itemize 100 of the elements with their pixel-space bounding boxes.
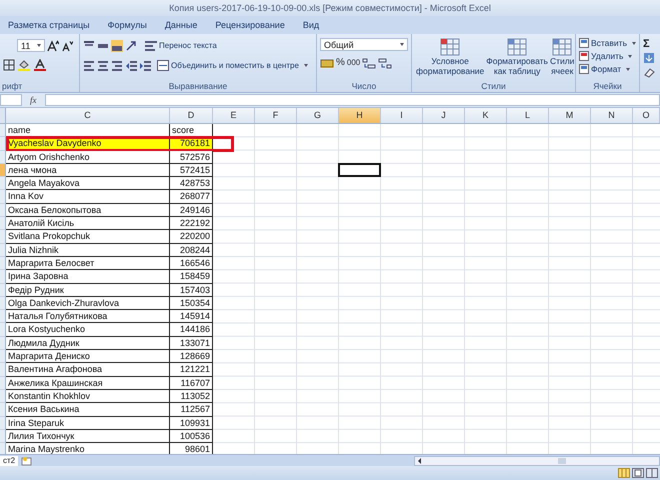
ribbon-tab[interactable]: Вид: [302, 20, 320, 30]
row-header[interactable]: [0, 150, 6, 164]
column-header[interactable]: O: [633, 108, 660, 123]
page-layout-icon[interactable]: [632, 468, 644, 478]
row-header[interactable]: [0, 443, 6, 454]
row-header[interactable]: [0, 190, 6, 204]
table-cell: Анатолій Кисіль: [6, 217, 170, 230]
normal-view-icon[interactable]: [618, 468, 630, 478]
table-cell: лена чмона: [6, 164, 170, 178]
row-header[interactable]: [0, 390, 6, 404]
merge-center-button[interactable]: Объединить и поместить в центре: [157, 60, 308, 71]
row-header[interactable]: [0, 403, 6, 417]
table-cell: 112567: [170, 403, 213, 417]
row-header[interactable]: [0, 217, 6, 230]
table-cell: 121221: [170, 363, 213, 377]
align-bottom-icon[interactable]: [111, 40, 123, 52]
page-break-icon[interactable]: [646, 468, 658, 478]
table-cell: Ірина Заровна: [6, 270, 170, 284]
column-header[interactable]: J: [423, 108, 465, 123]
table-cell: 145914: [170, 310, 213, 324]
align-left-icon[interactable]: [83, 60, 95, 72]
percent-button[interactable]: %: [336, 57, 345, 68]
sheet-tab[interactable]: ст2: [0, 456, 18, 466]
insert-sheet-icon[interactable]: [21, 456, 34, 466]
align-center-icon[interactable]: [97, 60, 109, 72]
row-header[interactable]: [0, 284, 6, 297]
cell-cursor[interactable]: [338, 162, 381, 178]
cells-button[interactable]: Формат: [579, 63, 636, 75]
table-style-icon: [552, 38, 572, 56]
name-box[interactable]: [0, 94, 22, 106]
eraser-icon[interactable]: [643, 66, 655, 78]
row-header[interactable]: [0, 350, 6, 364]
fill-color-icon[interactable]: [17, 58, 31, 70]
fill-down-icon[interactable]: [643, 52, 655, 64]
table-cell: 128669: [170, 350, 213, 364]
scroll-thumb[interactable]: [558, 458, 566, 464]
thousands-button[interactable]: 000: [346, 58, 360, 67]
group-label: Ячейки: [592, 81, 623, 91]
table-cell: Olga Dankevich-Zhuravlova: [6, 296, 170, 310]
row-header[interactable]: [0, 256, 6, 270]
row-header[interactable]: [0, 244, 6, 257]
ribbon-tab[interactable]: Формулы: [108, 20, 147, 30]
row-header[interactable]: [0, 230, 6, 244]
column-header[interactable]: N: [591, 108, 633, 123]
table-cell: Marina Maystrenko: [6, 443, 170, 454]
style-button[interactable]: Стили ячеек: [548, 38, 576, 76]
insert-function-button[interactable]: fx: [30, 95, 36, 105]
column-header[interactable]: I: [381, 108, 423, 123]
ribbon-tab[interactable]: Рецензирование: [215, 20, 285, 30]
select-all-corner[interactable]: [0, 108, 6, 123]
decrease-indent-icon[interactable]: [125, 60, 137, 72]
column-header[interactable]: E: [213, 108, 255, 123]
align-right-icon[interactable]: [111, 60, 123, 72]
style-button[interactable]: Условное форматирование: [415, 38, 486, 76]
horizontal-scrollbar[interactable]: [414, 456, 660, 466]
table-cell: score: [170, 124, 213, 138]
row-header[interactable]: [0, 310, 6, 324]
column-header[interactable]: F: [255, 108, 297, 123]
row-header[interactable]: [0, 416, 6, 430]
row-header[interactable]: [0, 270, 6, 284]
row-header[interactable]: [0, 430, 6, 444]
font-size-dropdown[interactable]: 11: [17, 39, 45, 52]
ribbon-tab[interactable]: Разметка страницы: [8, 20, 90, 30]
column-header[interactable]: D: [170, 108, 213, 123]
table-cell: Маргарита Дениско: [6, 350, 170, 364]
row-header[interactable]: [0, 323, 6, 337]
borders-icon[interactable]: [3, 58, 15, 70]
ribbon-tab[interactable]: Данные: [164, 20, 198, 30]
row-header[interactable]: [0, 164, 6, 178]
number-format-dropdown[interactable]: Общий: [320, 38, 408, 51]
group-label: Выравнивание: [168, 81, 228, 91]
table-cell: Artyom Orishchenko: [6, 150, 170, 164]
wrap-text-button[interactable]: Перенос текста: [145, 40, 217, 51]
row-header[interactable]: [0, 336, 6, 350]
cells-button[interactable]: Удалить: [579, 50, 636, 62]
merge-cells-icon: [157, 60, 169, 71]
table-cell: 166546: [170, 256, 213, 270]
font-color-icon[interactable]: [33, 58, 47, 70]
table-cell: Angela Mayakova: [6, 177, 170, 190]
row-header[interactable]: [0, 124, 6, 138]
table-cell: name: [6, 124, 170, 138]
column-header[interactable]: K: [465, 108, 507, 123]
row-header[interactable]: [0, 376, 6, 390]
cells-button[interactable]: Вставить: [579, 37, 636, 49]
row-header[interactable]: [0, 363, 6, 377]
grow-font-icon[interactable]: [47, 40, 59, 52]
increase-indent-icon[interactable]: [139, 60, 151, 72]
autosum-button[interactable]: Σ: [643, 38, 657, 50]
row-header[interactable]: [0, 296, 6, 310]
style-button[interactable]: Форматировать как таблицу: [485, 38, 549, 76]
column-header[interactable]: H: [339, 108, 381, 123]
formula-input[interactable]: [44, 94, 660, 106]
row-header[interactable]: [0, 177, 6, 190]
column-header[interactable]: M: [549, 108, 591, 123]
column-header[interactable]: L: [507, 108, 549, 123]
column-header[interactable]: C: [6, 108, 170, 123]
table-cell: 150354: [170, 296, 213, 310]
shrink-font-icon[interactable]: [61, 40, 73, 52]
row-header[interactable]: [0, 204, 6, 218]
row-header[interactable]: [0, 137, 6, 151]
